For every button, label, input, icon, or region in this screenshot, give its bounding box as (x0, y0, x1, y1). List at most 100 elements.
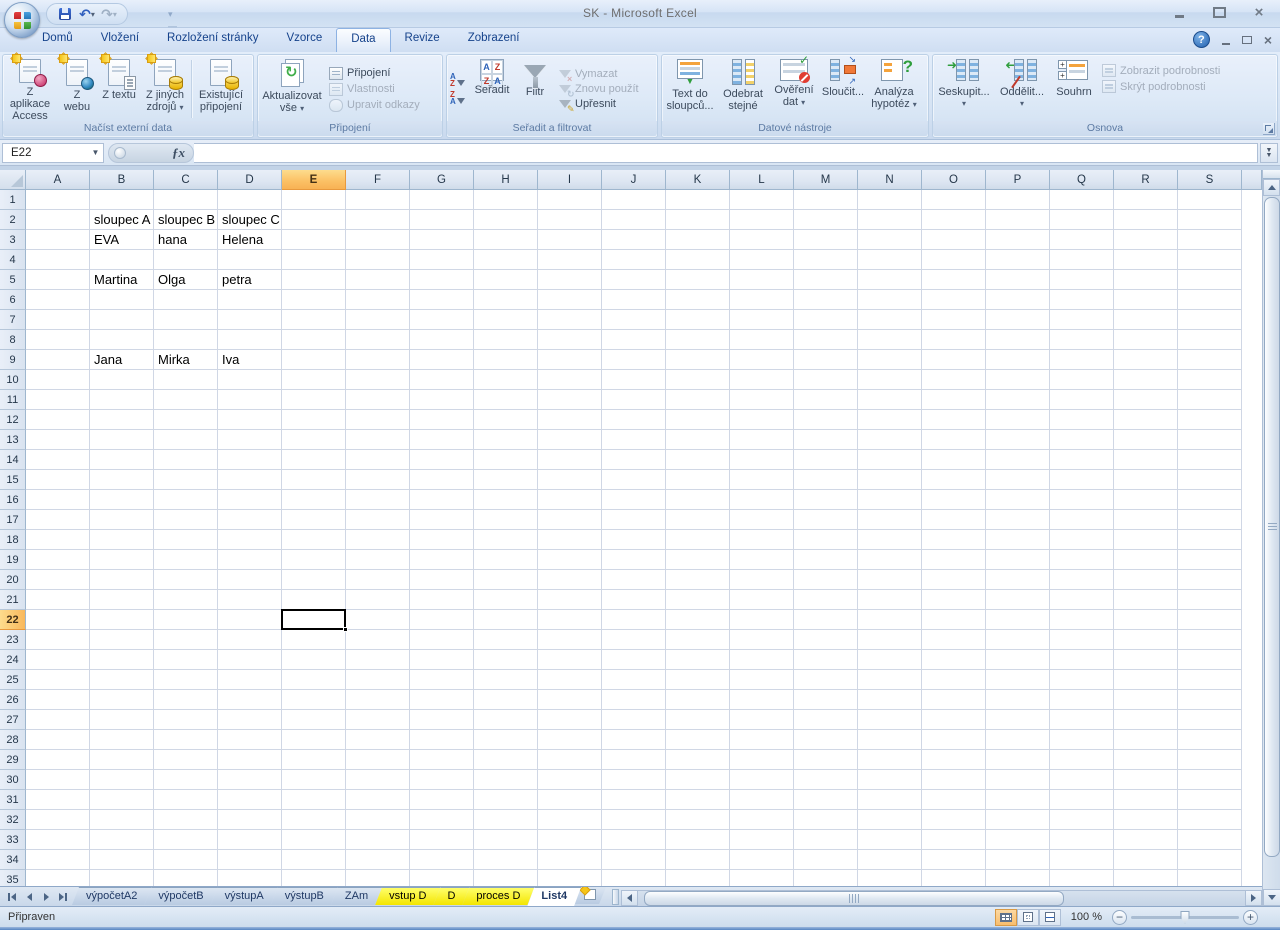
group-button[interactable]: ➜ Seskupit... ▾ (934, 56, 994, 122)
row-header-6[interactable]: 6 (0, 290, 26, 310)
formula-input[interactable] (194, 143, 1258, 163)
close-button[interactable]: × (1246, 5, 1272, 20)
cell-c3[interactable]: hana (154, 230, 187, 250)
column-header-f[interactable]: F (346, 170, 410, 190)
cell-c5[interactable]: Olga (154, 270, 185, 290)
cells-area[interactable]: sloupec Asloupec Bsloupec CEVAhanaHelena… (26, 190, 1242, 886)
from-text-button[interactable]: Z textu (98, 56, 140, 122)
normal-view-button[interactable] (995, 909, 1017, 926)
row-header-11[interactable]: 11 (0, 390, 26, 410)
select-all-button[interactable] (0, 170, 26, 190)
sheet-tab-v-stupa[interactable]: výstupA (211, 887, 278, 905)
row-header-33[interactable]: 33 (0, 830, 26, 850)
row-header-23[interactable]: 23 (0, 630, 26, 650)
cell-d3[interactable]: Helena (218, 230, 263, 250)
column-header-q[interactable]: Q (1050, 170, 1114, 190)
from-access-button[interactable]: Z aplikace Access (4, 56, 56, 122)
advanced-filter-button[interactable]: ✎ Upřesnit (559, 98, 639, 110)
row-header-7[interactable]: 7 (0, 310, 26, 330)
row-header-8[interactable]: 8 (0, 330, 26, 350)
workbook-minimize-button[interactable] (1222, 35, 1230, 45)
sheet-tab-list4[interactable]: List4 (527, 887, 581, 906)
filter-button[interactable]: Filtr (515, 56, 555, 122)
row-header-27[interactable]: 27 (0, 710, 26, 730)
restore-button[interactable] (1206, 5, 1232, 20)
row-header-1[interactable]: 1 (0, 190, 26, 210)
cell-d5[interactable]: petra (218, 270, 252, 290)
row-header-35[interactable]: 35 (0, 870, 26, 886)
cell-b5[interactable]: Martina (90, 270, 137, 290)
zoom-level[interactable]: 100 % (1071, 911, 1102, 923)
from-web-button[interactable]: Z webu (56, 56, 98, 122)
column-header-c[interactable]: C (154, 170, 218, 190)
sheet-tab-proces-d[interactable]: proces D (462, 887, 534, 905)
zoom-thumb[interactable] (1181, 911, 1190, 924)
row-header-15[interactable]: 15 (0, 470, 26, 490)
ribbon-tab-revize[interactable]: Revize (391, 28, 454, 52)
row-header-3[interactable]: 3 (0, 230, 26, 250)
help-button[interactable]: ? (1193, 31, 1210, 48)
last-sheet-button[interactable] (55, 889, 71, 904)
page-layout-view-button[interactable] (1017, 909, 1039, 926)
column-header-b[interactable]: B (90, 170, 154, 190)
cell-b3[interactable]: EVA (90, 230, 119, 250)
column-header-k[interactable]: K (666, 170, 730, 190)
connections-button[interactable]: Připojení (329, 67, 420, 80)
row-header-32[interactable]: 32 (0, 810, 26, 830)
cell-d2[interactable]: sloupec C (218, 210, 280, 230)
horizontal-scroll-track[interactable] (638, 890, 1245, 906)
cell-b9[interactable]: Jana (90, 350, 122, 370)
scroll-down-button[interactable] (1263, 889, 1280, 906)
sheet-tab-v-po-eta2[interactable]: výpočetA2 (72, 887, 151, 905)
column-header-g[interactable]: G (410, 170, 474, 190)
scroll-up-button[interactable] (1263, 179, 1280, 196)
remove-duplicates-button[interactable]: Odebrat stejné (717, 56, 769, 122)
office-button[interactable] (4, 2, 40, 38)
column-header-e[interactable]: E (282, 170, 346, 190)
workbook-restore-button[interactable] (1242, 36, 1252, 44)
scroll-left-button[interactable] (621, 890, 638, 906)
row-header-19[interactable]: 19 (0, 550, 26, 570)
previous-sheet-button[interactable] (21, 889, 37, 904)
vertical-scrollbar[interactable] (1262, 170, 1280, 906)
insert-function-button[interactable]: ƒx (108, 143, 194, 163)
cell-c9[interactable]: Mirka (154, 350, 190, 370)
sheet-tab-v-stupb[interactable]: výstupB (271, 887, 338, 905)
cell-c2[interactable]: sloupec B (154, 210, 215, 230)
column-header-p[interactable]: P (986, 170, 1050, 190)
fill-handle[interactable] (343, 627, 348, 632)
column-header-r[interactable]: R (1114, 170, 1178, 190)
row-header-22[interactable]: 22 (0, 610, 26, 630)
from-other-sources-button[interactable]: Z jiných zdrojů ▾ (140, 56, 190, 122)
ribbon-tab-dom[interactable]: Domů (28, 28, 87, 52)
sort-ascending-button[interactable]: AZ (450, 73, 467, 88)
column-header-d[interactable]: D (218, 170, 282, 190)
sheet-tab-zam[interactable]: ZAm (331, 887, 382, 905)
row-header-16[interactable]: 16 (0, 490, 26, 510)
row-header-9[interactable]: 9 (0, 350, 26, 370)
row-header-25[interactable]: 25 (0, 670, 26, 690)
row-header-2[interactable]: 2 (0, 210, 26, 230)
page-break-view-button[interactable] (1039, 909, 1061, 926)
expand-formula-bar-button[interactable]: ▼▼ (1260, 143, 1278, 163)
row-header-12[interactable]: 12 (0, 410, 26, 430)
refresh-all-button[interactable]: ↻ Aktualizovat vše ▾ (259, 56, 325, 122)
column-header-i[interactable]: I (538, 170, 602, 190)
row-header-31[interactable]: 31 (0, 790, 26, 810)
row-header-26[interactable]: 26 (0, 690, 26, 710)
scroll-right-button[interactable] (1245, 890, 1262, 906)
workbook-close-button[interactable]: × (1264, 32, 1272, 48)
row-header-5[interactable]: 5 (0, 270, 26, 290)
first-sheet-button[interactable] (4, 889, 20, 904)
tab-split-handle[interactable] (612, 889, 619, 905)
minimize-button[interactable] (1166, 5, 1192, 20)
subtotal-button[interactable]: + + Souhrn (1050, 56, 1098, 122)
ribbon-tab-rozlo-en-str-nky[interactable]: Rozložení stránky (153, 28, 272, 52)
column-header-a[interactable]: A (26, 170, 90, 190)
what-if-analysis-button[interactable]: ? Analýza hypotéz ▾ (867, 56, 921, 122)
column-header-n[interactable]: N (858, 170, 922, 190)
existing-connections-button[interactable]: Existující připojení (193, 56, 249, 122)
horizontal-scroll-thumb[interactable] (644, 891, 1064, 906)
vertical-scroll-thumb[interactable] (1264, 197, 1280, 857)
row-header-29[interactable]: 29 (0, 750, 26, 770)
